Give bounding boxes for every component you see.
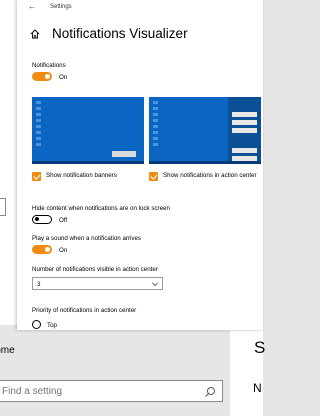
search-icon[interactable] bbox=[204, 386, 216, 398]
lock-screen-toggle[interactable] bbox=[32, 215, 52, 224]
show-in-action-center-label: Show notifications in action center bbox=[163, 172, 257, 179]
lock-screen-label: Hide content when notifications are on l… bbox=[32, 205, 170, 212]
sound-label: Play a sound when a notification arrives bbox=[32, 235, 142, 242]
background-page-title: S bbox=[254, 338, 266, 357]
show-banners-checkbox[interactable] bbox=[32, 172, 41, 181]
taskbar bbox=[149, 161, 261, 164]
show-banners-label: Show notification banners bbox=[46, 172, 117, 179]
visible-count-value: 3 bbox=[37, 281, 41, 288]
search-input[interactable] bbox=[2, 386, 192, 397]
home-label: Home bbox=[0, 345, 15, 356]
notifications-state: On bbox=[59, 74, 68, 81]
desktop-icons bbox=[36, 101, 48, 149]
banner-preview-image bbox=[32, 97, 144, 164]
sound-state: On bbox=[59, 247, 68, 254]
visible-count-label: Number of notifications visible in actio… bbox=[32, 266, 158, 273]
notifications-toggle[interactable] bbox=[32, 72, 52, 81]
priority-label: Priority of notifications in action cent… bbox=[32, 307, 137, 314]
left-input-fragment bbox=[0, 198, 6, 216]
settings-window: ← Settings Notifications Visualizer Noti… bbox=[17, 0, 263, 330]
page-title: Notifications Visualizer bbox=[52, 26, 188, 41]
back-arrow-icon[interactable]: ← bbox=[28, 2, 36, 11]
background-page-section: N bbox=[253, 381, 262, 395]
taskbar bbox=[32, 161, 144, 164]
find-setting-search[interactable] bbox=[0, 380, 223, 402]
visible-count-dropdown[interactable]: 3 bbox=[32, 277, 163, 290]
desktop-icons bbox=[153, 101, 165, 149]
home-icon bbox=[30, 29, 40, 39]
priority-top-radio[interactable] bbox=[32, 320, 41, 329]
background-window bbox=[0, 325, 263, 416]
notifications-label: Notifications bbox=[32, 62, 66, 69]
notification-banner bbox=[112, 151, 136, 157]
priority-top-label: Top bbox=[47, 322, 57, 329]
sound-toggle[interactable] bbox=[32, 245, 52, 254]
home-nav-link[interactable]: Home bbox=[0, 345, 15, 356]
chevron-down-icon bbox=[152, 280, 158, 286]
lock-screen-state: Off bbox=[59, 217, 68, 224]
action-center-panel bbox=[228, 97, 261, 164]
window-title: Settings bbox=[50, 4, 72, 10]
action-center-preview-image bbox=[149, 97, 261, 164]
title-bar: ← Settings bbox=[17, 0, 263, 16]
show-in-action-center-checkbox[interactable] bbox=[149, 172, 158, 181]
